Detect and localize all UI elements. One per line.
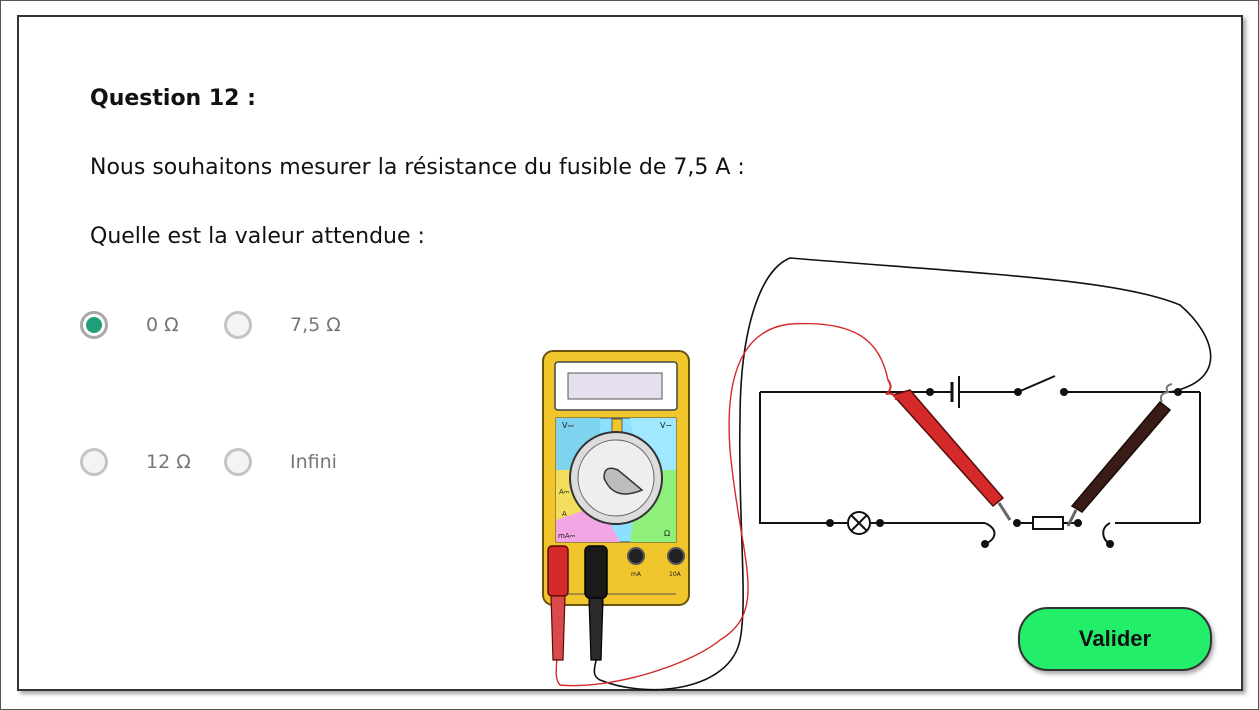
range-v-dc: V⎓: [562, 421, 574, 430]
red-probe: [885, 379, 1012, 521]
circuit-diagram: [759, 375, 1201, 545]
socket-10a-label: 10A: [669, 571, 682, 578]
range-a-dc: A⎓: [559, 488, 570, 496]
range-ohm: Ω: [664, 529, 670, 538]
black-probe: [1066, 383, 1173, 527]
socket-ma-label: mA: [631, 571, 642, 578]
range-v-ac: V∼: [660, 421, 672, 430]
range-a: A: [562, 510, 567, 518]
red-plug: [547, 545, 569, 661]
valider-button[interactable]: Valider: [1018, 607, 1212, 671]
circuit-illustration: V⎓ V∼ A⎓ A mA⎓ Ω mA 10A: [542, 257, 1212, 691]
range-ma: mA⎓: [558, 532, 576, 540]
